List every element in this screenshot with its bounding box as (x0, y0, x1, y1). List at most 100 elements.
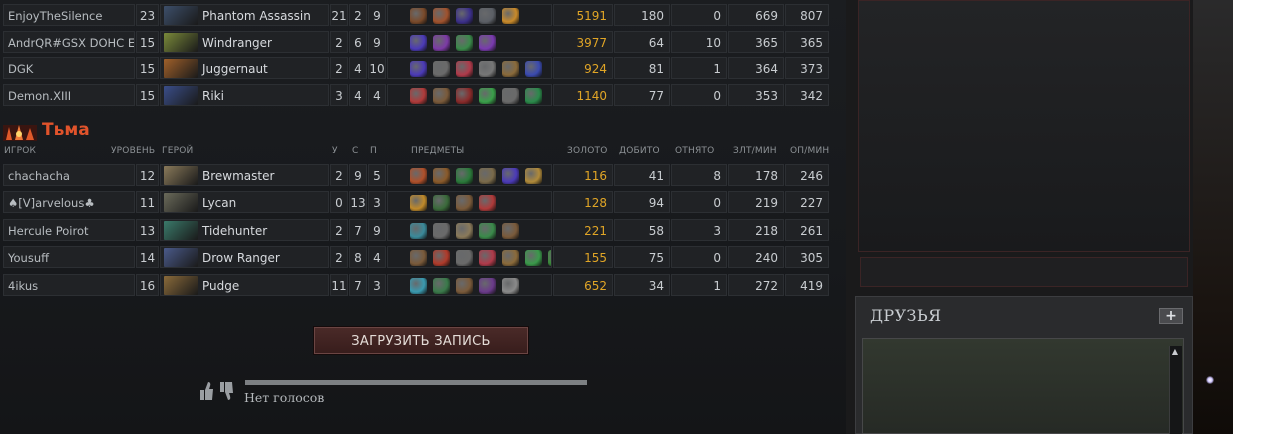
add-friend-button[interactable]: + (1159, 308, 1183, 324)
player-row[interactable]: DGK 15 Juggernaut 2 4 10 924 81 1 364 373 (3, 57, 829, 79)
xp-per-min: 246 (785, 164, 829, 186)
item-icon[interactable] (548, 250, 551, 266)
chat-input-strip[interactable] (860, 257, 1188, 287)
hero-portrait[interactable] (164, 193, 198, 212)
item-icon[interactable] (479, 61, 496, 77)
item-icon[interactable] (525, 168, 542, 184)
player-row[interactable]: ♠[V]arvelous♣ 11 Lycan 0 13 3 128 94 0 219 227 (3, 191, 829, 213)
item-icon[interactable] (410, 8, 427, 24)
hero-portrait[interactable] (164, 166, 198, 185)
player-row[interactable]: AndrQR#GSX DOHC E 15 Windranger 2 6 9 3977 64 10… (3, 30, 829, 53)
gold-per-min: 353 (728, 83, 784, 106)
item-icon[interactable] (433, 168, 450, 184)
item-icon[interactable] (433, 87, 450, 104)
thumbs-up-icon[interactable] (198, 380, 214, 402)
item-icon[interactable] (410, 34, 427, 51)
item-icon[interactable] (479, 34, 496, 51)
player-row[interactable]: Demon.XIII 15 Riki 3 4 4 1140 77 0 353 342 (3, 83, 829, 106)
item-icon[interactable] (456, 250, 473, 266)
item-icon[interactable] (433, 61, 450, 77)
header-level: УРОВЕНЬ (111, 146, 156, 156)
hero-portrait[interactable] (164, 6, 198, 25)
hero-portrait[interactable] (164, 59, 198, 78)
kills: 21 (330, 4, 348, 26)
item-icon[interactable] (479, 250, 496, 266)
scroll-up-icon[interactable]: ▲ (1169, 346, 1181, 357)
item-icon[interactable] (433, 34, 450, 51)
item-icon[interactable] (410, 87, 427, 104)
item-icon[interactable] (410, 61, 427, 77)
item-icon[interactable] (479, 8, 496, 24)
item-icon[interactable] (456, 87, 473, 104)
load-replay-button[interactable]: ЗАГРУЗИТЬ ЗАПИСЬ (314, 327, 528, 354)
assists: 10 (368, 57, 386, 79)
last-hits: 94 (614, 191, 670, 213)
item-icon[interactable] (410, 168, 427, 184)
item-icon[interactable] (433, 195, 450, 211)
hero-level: 15 (136, 30, 159, 53)
item-icon[interactable] (479, 195, 496, 211)
denies: 0 (671, 4, 727, 26)
item-icon[interactable] (456, 61, 473, 77)
item-slots (387, 57, 552, 79)
item-icon[interactable] (502, 278, 519, 294)
item-icon[interactable] (456, 278, 473, 294)
gold: 116 (553, 164, 613, 186)
player-row[interactable]: 4ikus 16 Pudge 11 7 3 652 34 1 272 419 (3, 274, 829, 296)
friends-list[interactable] (862, 338, 1184, 434)
item-icon[interactable] (502, 168, 519, 184)
hero-portrait[interactable] (164, 32, 198, 52)
item-icon[interactable] (479, 223, 496, 239)
hero-name-text: Riki (202, 88, 224, 103)
hero-portrait[interactable] (164, 221, 198, 240)
hero-name-text: Windranger (202, 35, 272, 50)
item-icon[interactable] (410, 278, 427, 294)
item-icon[interactable] (479, 168, 496, 184)
item-icon[interactable] (525, 250, 542, 266)
item-icon[interactable] (502, 87, 519, 104)
hero-name: Tidehunter (160, 219, 329, 241)
item-icon[interactable] (502, 8, 519, 24)
hero-name-text: Juggernaut (202, 62, 268, 76)
item-icon[interactable] (433, 8, 450, 24)
item-slots (387, 246, 552, 268)
player-row[interactable]: Hercule Poirot 13 Tidehunter 2 7 9 221 58 3 218 26… (3, 219, 829, 241)
item-icon[interactable] (410, 250, 427, 266)
item-icon[interactable] (456, 223, 473, 239)
chat-panel (858, 0, 1190, 252)
item-icon[interactable] (525, 61, 542, 77)
deaths: 13 (349, 191, 367, 213)
item-icon[interactable] (433, 278, 450, 294)
hero-portrait[interactable] (164, 248, 198, 267)
item-icon[interactable] (502, 250, 519, 266)
item-icon[interactable] (433, 250, 450, 266)
item-icon[interactable] (456, 195, 473, 211)
item-icon[interactable] (502, 223, 519, 239)
item-icon[interactable] (479, 278, 496, 294)
item-icon[interactable] (410, 223, 427, 239)
thumbs-down-icon[interactable] (218, 380, 234, 402)
hero-portrait[interactable] (164, 276, 198, 295)
hero-portrait[interactable] (164, 85, 198, 105)
gold: 3977 (553, 30, 613, 53)
player-name: ♠[V]arvelous♣ (3, 191, 135, 213)
item-icon[interactable] (502, 61, 519, 77)
assists: 3 (368, 191, 386, 213)
last-hits: 34 (614, 274, 670, 296)
assists: 4 (368, 246, 386, 268)
player-row[interactable]: Yousuff 14 Drow Ranger 2 8 4 155 75 0 240 305 (3, 246, 829, 268)
player-row[interactable]: chachacha 12 Brewmaster 2 9 5 116 41 8 178 246 (3, 164, 829, 186)
item-icon[interactable] (479, 87, 496, 104)
xp-per-min: 365 (785, 30, 829, 53)
item-icon[interactable] (525, 87, 542, 104)
item-icon[interactable] (433, 223, 450, 239)
dire-team-icon (3, 123, 37, 141)
item-icon[interactable] (456, 168, 473, 184)
friends-scrollbar[interactable] (1169, 346, 1182, 434)
player-name: EnjoyTheSilence (3, 4, 135, 26)
item-icon[interactable] (456, 8, 473, 24)
item-icon[interactable] (410, 195, 427, 211)
player-row[interactable]: EnjoyTheSilence 23 Phantom Assassin 21 2 9 519… (3, 4, 829, 26)
item-icon[interactable] (456, 34, 473, 51)
deaths: 2 (349, 4, 367, 26)
